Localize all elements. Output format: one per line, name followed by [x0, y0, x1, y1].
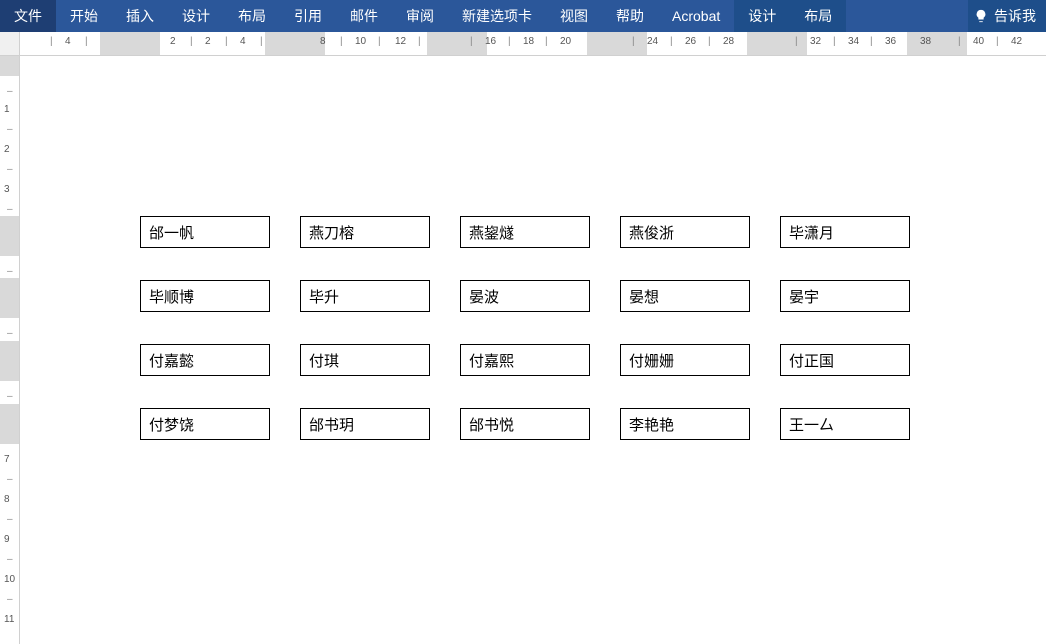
vruler-num: 7	[4, 454, 10, 465]
hruler-shade	[587, 32, 647, 55]
tab-design[interactable]: 设计	[168, 0, 224, 32]
tab-review[interactable]: 审阅	[392, 0, 448, 32]
name-row: 付梦饶 邰书玥 邰书悦 李艳艳 王一厶	[140, 408, 910, 440]
tab-file[interactable]: 文件	[0, 0, 56, 32]
name-cell[interactable]: 付正国	[780, 344, 910, 376]
vruler-num: 1	[4, 104, 10, 115]
hruler-num: 42	[1011, 36, 1022, 47]
vruler-num: 10	[4, 574, 15, 585]
hruler-num: 32	[810, 36, 821, 47]
hruler-num: 20	[560, 36, 571, 47]
hruler-shade	[747, 32, 807, 55]
hruler-num: 34	[848, 36, 859, 47]
hruler-shade	[265, 32, 325, 55]
tab-layout[interactable]: 布局	[224, 0, 280, 32]
name-cell[interactable]: 晏宇	[780, 280, 910, 312]
hruler-num: 26	[685, 36, 696, 47]
tell-me-label: 告诉我	[994, 6, 1036, 26]
name-cell[interactable]: 付姗姗	[620, 344, 750, 376]
hruler-num: 4	[240, 36, 246, 47]
name-cell[interactable]: 邰一帆	[140, 216, 270, 248]
vruler-shade	[0, 216, 19, 256]
hruler-shade	[427, 32, 487, 55]
hruler-num: 2	[170, 36, 176, 47]
name-cell[interactable]: 付琪	[300, 344, 430, 376]
tab-help[interactable]: 帮助	[602, 0, 658, 32]
name-cell[interactable]: 王一厶	[780, 408, 910, 440]
tell-me[interactable]: 告诉我	[968, 0, 1046, 32]
page-area[interactable]: 邰一帆 燕刀榕 燕鋆燧 燕俊浙 毕潇月 毕顺博 毕升 晏波 晏想 晏宇 付嘉懿 …	[20, 56, 1046, 644]
hruler-num: 2	[205, 36, 211, 47]
name-grid: 邰一帆 燕刀榕 燕鋆燧 燕俊浙 毕潇月 毕顺博 毕升 晏波 晏想 晏宇 付嘉懿 …	[140, 216, 910, 440]
vruler-num: 2	[4, 144, 10, 155]
hruler-num: 38	[920, 36, 931, 47]
name-cell[interactable]: 毕顺博	[140, 280, 270, 312]
tab-home[interactable]: 开始	[56, 0, 112, 32]
name-cell[interactable]: 燕刀榕	[300, 216, 430, 248]
vruler-num: 9	[4, 534, 10, 545]
tab-layout-2[interactable]: 布局	[790, 0, 846, 32]
vruler-num: 8	[4, 494, 10, 505]
name-cell[interactable]: 付嘉懿	[140, 344, 270, 376]
name-row: 邰一帆 燕刀榕 燕鋆燧 燕俊浙 毕潇月	[140, 216, 910, 248]
vruler-shade	[0, 56, 19, 76]
horizontal-ruler[interactable]: | 4 | 2 | 2 | 4 | 8 | 10 | 12 | | 16 | 1…	[20, 32, 1046, 56]
tab-view[interactable]: 视图	[546, 0, 602, 32]
hruler-num: 40	[973, 36, 984, 47]
bulb-icon	[974, 9, 988, 23]
hruler-num: 16	[485, 36, 496, 47]
vruler-shade	[0, 278, 19, 318]
tab-insert[interactable]: 插入	[112, 0, 168, 32]
hruler-num: 28	[723, 36, 734, 47]
name-cell[interactable]: 李艳艳	[620, 408, 750, 440]
hruler-num: 10	[355, 36, 366, 47]
vruler-shade	[0, 341, 19, 381]
hruler-num: 8	[320, 36, 326, 47]
name-cell[interactable]: 邰书玥	[300, 408, 430, 440]
hruler-num: 24	[647, 36, 658, 47]
hruler-num: 4	[65, 36, 71, 47]
tab-design-2[interactable]: 设计	[734, 0, 790, 32]
ribbon: 文件 开始 插入 设计 布局 引用 邮件 审阅 新建选项卡 视图 帮助 Acro…	[0, 0, 1046, 32]
name-cell[interactable]: 邰书悦	[460, 408, 590, 440]
ruler-corner	[0, 32, 20, 56]
hruler-num: 18	[523, 36, 534, 47]
tab-references[interactable]: 引用	[280, 0, 336, 32]
name-cell[interactable]: 晏波	[460, 280, 590, 312]
vruler-num: 11	[4, 614, 14, 625]
name-cell[interactable]: 燕俊浙	[620, 216, 750, 248]
vruler-num: 3	[4, 184, 10, 195]
name-cell[interactable]: 晏想	[620, 280, 750, 312]
tab-acrobat[interactable]: Acrobat	[658, 0, 734, 32]
hruler-shade	[100, 32, 160, 55]
name-cell[interactable]: 毕潇月	[780, 216, 910, 248]
name-cell[interactable]: 燕鋆燧	[460, 216, 590, 248]
name-cell[interactable]: 付梦饶	[140, 408, 270, 440]
tab-custom[interactable]: 新建选项卡	[448, 0, 546, 32]
vruler-shade	[0, 404, 19, 444]
hruler-num: 36	[885, 36, 896, 47]
vertical-ruler[interactable]: – 1 – 2 – 3 – – – – 7 – 8 – 9 – 10 – 11	[0, 56, 20, 644]
tab-mailings[interactable]: 邮件	[336, 0, 392, 32]
name-cell[interactable]: 毕升	[300, 280, 430, 312]
name-cell[interactable]: 付嘉熙	[460, 344, 590, 376]
hruler-num: 12	[395, 36, 406, 47]
name-row: 毕顺博 毕升 晏波 晏想 晏宇	[140, 280, 910, 312]
name-row: 付嘉懿 付琪 付嘉熙 付姗姗 付正国	[140, 344, 910, 376]
